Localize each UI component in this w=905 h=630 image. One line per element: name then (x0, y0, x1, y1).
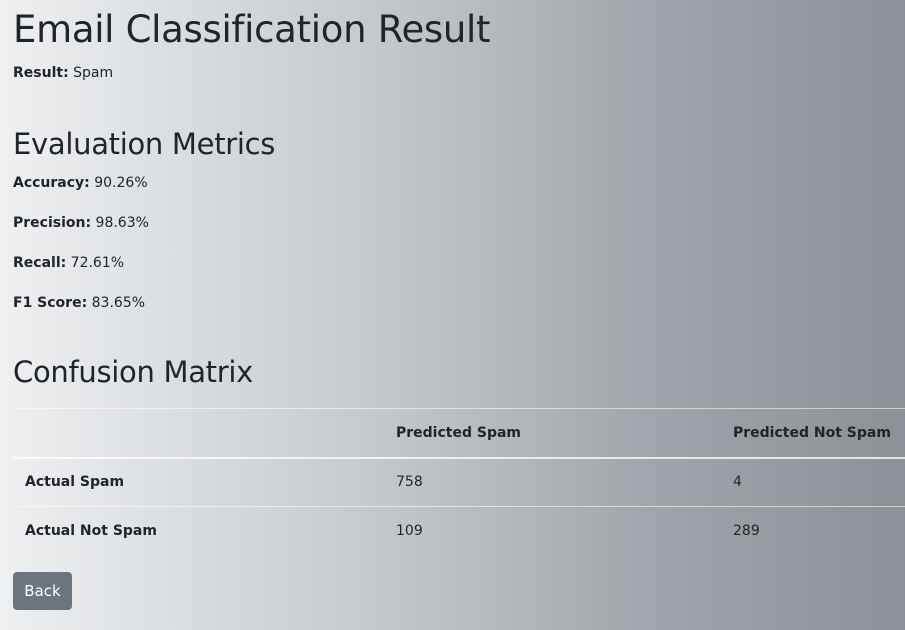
table-cell: 758 (396, 474, 423, 491)
table-header-row: Predicted Spam Predicted Not Spam (13, 408, 905, 458)
metric-accuracy: Accuracy: 90.26% (13, 173, 148, 193)
metric-value: 98.63% (95, 215, 149, 231)
column-header-empty (13, 409, 384, 458)
back-button[interactable]: Back (13, 572, 72, 610)
table-body: Actual Spam 758 4 Actual Not Spam 109 28… (13, 458, 905, 556)
table-row: Actual Spam 758 4 (13, 458, 905, 507)
metric-label: Precision: (13, 215, 92, 231)
result-label: Result: (13, 65, 69, 81)
metrics-heading: Evaluation Metrics (13, 127, 276, 161)
metric-f1-score: F1 Score: 83.65% (13, 293, 145, 313)
metric-label: Accuracy: (13, 175, 90, 191)
confusion-matrix-heading: Confusion Matrix (13, 355, 253, 389)
metric-recall: Recall: 72.61% (13, 253, 124, 273)
metric-label: Recall: (13, 255, 67, 271)
metric-value: 72.61% (70, 255, 125, 271)
column-header-predicted-not-spam: Predicted Not Spam (733, 424, 891, 441)
metric-label: F1 Score: (13, 295, 88, 311)
table-cell: 289 (733, 523, 760, 540)
column-header-predicted-spam: Predicted Spam (396, 424, 522, 441)
table-row: Actual Not Spam 109 289 (13, 507, 905, 556)
confusion-matrix-table: Predicted Spam Predicted Not Spam Actual… (13, 408, 905, 556)
page-title: Email Classification Result (13, 8, 491, 51)
table-header: Predicted Spam Predicted Not Spam (13, 408, 905, 458)
metric-value: 83.65% (91, 295, 146, 311)
row-header-actual-not-spam: Actual Not Spam (25, 523, 157, 540)
metric-value: 90.26% (94, 175, 148, 191)
result-value: Spam (73, 65, 114, 81)
table-cell: 4 (733, 474, 742, 491)
result-line: Result: Spam (13, 63, 113, 83)
row-header-actual-spam: Actual Spam (25, 474, 125, 491)
table-cell: 109 (396, 523, 423, 540)
metric-precision: Precision: 98.63% (13, 213, 149, 233)
